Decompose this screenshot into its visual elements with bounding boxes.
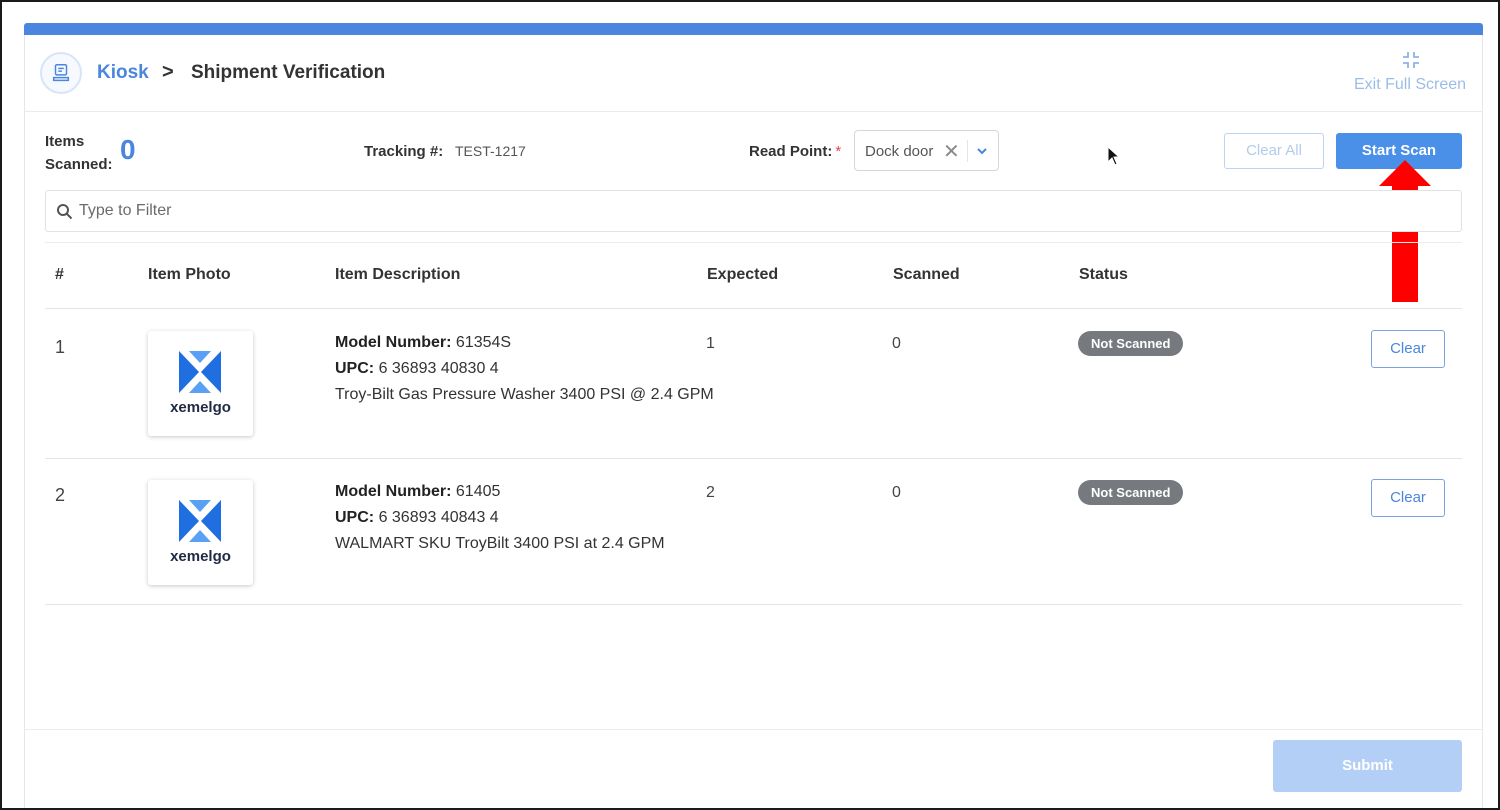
clear-all-button[interactable]: Clear All	[1224, 133, 1324, 169]
panel-border-left	[24, 35, 25, 808]
read-point-value: Dock door	[865, 143, 934, 160]
row-index: 2	[55, 485, 66, 505]
upc-label: UPC:	[335, 360, 375, 377]
breadcrumb-kiosk-link[interactable]: Kiosk	[97, 62, 149, 84]
xemelgo-logo-icon	[179, 500, 221, 542]
filter-input[interactable]	[79, 200, 679, 222]
search-icon	[57, 204, 73, 220]
items-scanned-count: 0	[120, 134, 136, 165]
model-number-line: Model Number: 61405	[335, 479, 715, 505]
clear-row-button[interactable]: Clear	[1371, 479, 1445, 517]
required-asterisk: *	[835, 143, 842, 160]
read-point-label: Read Point: *	[749, 143, 841, 160]
page-header: Kiosk > Shipment Verification Exit Full …	[24, 35, 1483, 112]
item-description-text: WALMART SKU TroyBilt 3400 PSI at 2.4 GPM	[335, 535, 665, 552]
compress-icon[interactable]	[1402, 51, 1420, 69]
clear-selection-icon[interactable]: ✕	[943, 139, 960, 164]
item-description-text: Troy-Bilt Gas Pressure Washer 3400 PSI @…	[335, 386, 714, 403]
item-photo: xemelgo	[148, 331, 253, 436]
column-header-expected: Expected	[707, 266, 779, 283]
tracking-value: TEST-1217	[455, 143, 526, 159]
submit-button[interactable]: Submit	[1273, 740, 1462, 792]
read-point-label-text: Read Point:	[749, 143, 833, 160]
upc-label: UPC:	[335, 509, 375, 526]
row-index: 1	[55, 337, 66, 357]
model-number-value: 61405	[455, 483, 501, 500]
select-divider	[967, 140, 968, 162]
upc-line: UPC: 6 36893 40830 4	[335, 356, 715, 382]
tracking-label: Tracking #:	[364, 143, 444, 160]
status-badge: Not Scanned	[1078, 480, 1184, 505]
table-row: 2 xemelgo Model Number: 61405 UPC: 6 368…	[45, 459, 1462, 605]
clear-row-button[interactable]: Clear	[1371, 330, 1445, 368]
column-header-item-photo: Item Photo	[148, 266, 231, 283]
chevron-down-icon[interactable]	[975, 144, 989, 158]
table-top-divider	[45, 242, 1462, 243]
column-header-item-description: Item Description	[335, 266, 461, 283]
column-header-status: Status	[1079, 266, 1128, 283]
footer-divider	[24, 729, 1483, 730]
upc-value: 6 36893 40830 4	[378, 360, 499, 377]
status-badge: Not Scanned	[1078, 331, 1184, 356]
page-title: Shipment Verification	[191, 62, 386, 83]
item-photo-brand: xemelgo	[170, 399, 231, 416]
filter-box	[45, 190, 1462, 232]
upc-value: 6 36893 40843 4	[378, 509, 499, 526]
model-number-line: Model Number: 61354S	[335, 330, 715, 356]
kiosk-device-icon	[40, 52, 82, 94]
model-number-label: Model Number:	[335, 483, 452, 500]
expected-count: 2	[706, 484, 715, 501]
row-divider	[45, 604, 1462, 605]
expected-count: 1	[706, 335, 715, 352]
scanned-count: 0	[892, 484, 901, 501]
breadcrumb-separator: >	[162, 61, 174, 83]
item-photo-brand: xemelgo	[170, 548, 231, 565]
item-description: Model Number: 61405 UPC: 6 36893 40843 4…	[335, 479, 715, 557]
read-point-select[interactable]: Dock door ✕	[854, 130, 999, 171]
accent-top-bar	[24, 23, 1483, 35]
panel-border-right	[1482, 35, 1483, 808]
app-window: Kiosk > Shipment Verification Exit Full …	[0, 0, 1500, 810]
items-scanned-label: Items Scanned:	[45, 130, 115, 176]
column-header-index: #	[55, 266, 64, 283]
exit-fullscreen-button[interactable]: Exit Full Screen	[1354, 76, 1466, 94]
model-number-label: Model Number:	[335, 334, 452, 351]
item-photo: xemelgo	[148, 480, 253, 585]
scanned-count: 0	[892, 335, 901, 352]
model-number-value: 61354S	[455, 334, 512, 351]
item-description: Model Number: 61354S UPC: 6 36893 40830 …	[335, 330, 715, 408]
mouse-pointer-icon	[1107, 146, 1121, 166]
xemelgo-logo-icon	[179, 351, 221, 393]
table-row: 1 xemelgo Model Number: 61354S UPC: 6 36…	[45, 309, 1462, 459]
upc-line: UPC: 6 36893 40843 4	[335, 505, 715, 531]
items-scanned-label-text: Items Scanned:	[45, 133, 113, 173]
column-header-scanned: Scanned	[893, 266, 960, 283]
